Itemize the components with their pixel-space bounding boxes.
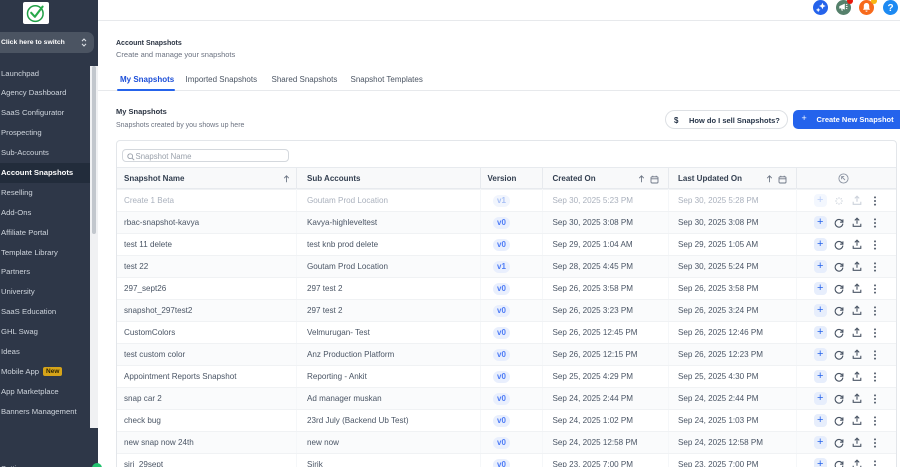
svg-text:?: ? (887, 3, 893, 14)
